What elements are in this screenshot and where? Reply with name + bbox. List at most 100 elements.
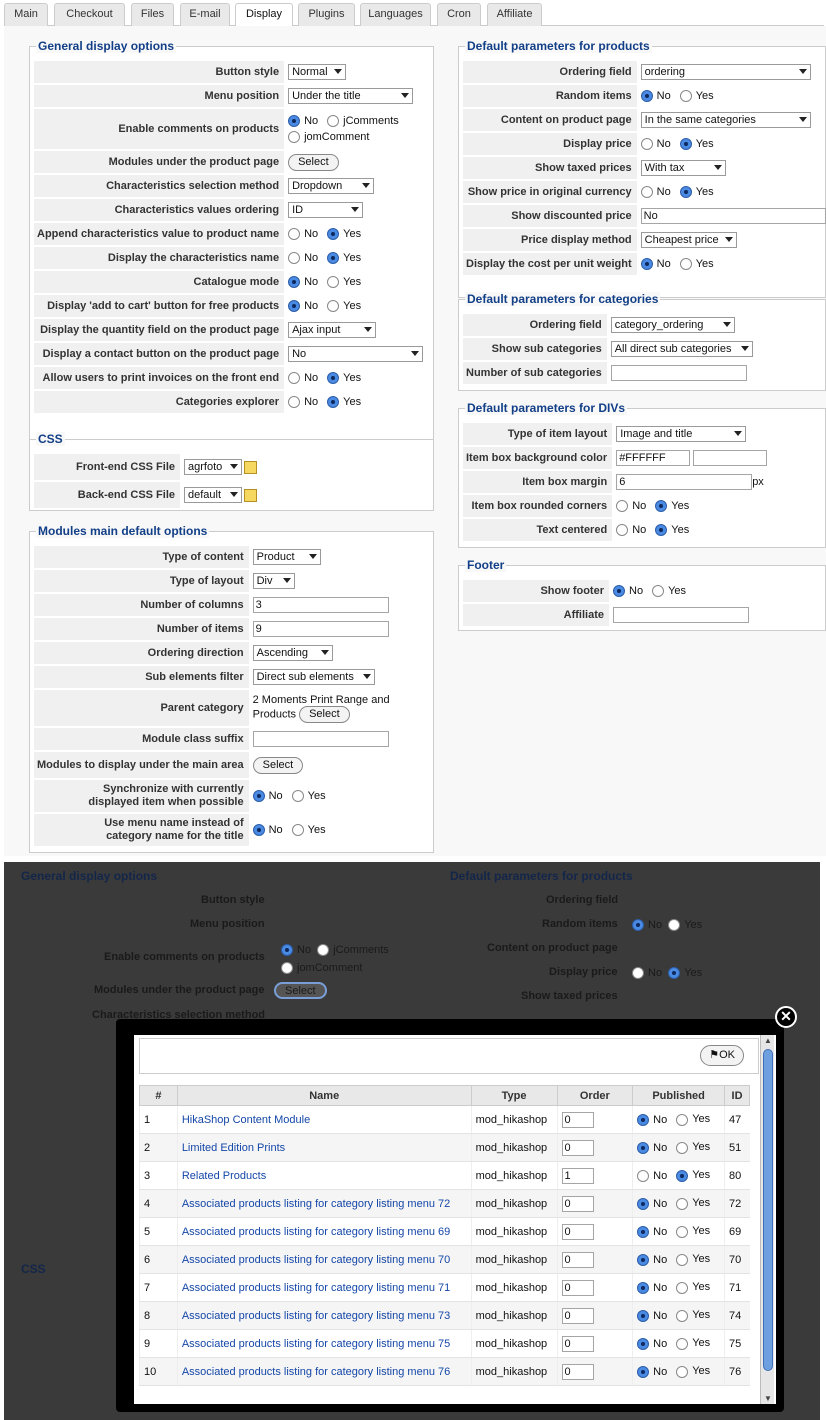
char-selection-select[interactable]: Dropdown [288,178,375,194]
show-sub-select[interactable]: All direct sub categories [610,341,753,357]
category-ordering-select[interactable]: category_ordering [610,317,735,333]
modules-main-select-button[interactable]: Select [252,756,304,774]
menu-position-select[interactable]: Under the title [288,88,414,104]
published-no-radio[interactable] [637,1141,650,1154]
published-yes-radio[interactable] [676,1365,689,1378]
sub-elements-select[interactable]: Direct sub elements [252,669,375,685]
backend-css-select[interactable]: default [184,487,242,503]
published-yes-radio[interactable] [676,1309,689,1322]
unit-weight-no-radio[interactable] [640,258,653,271]
published-yes-radio[interactable] [676,1253,689,1266]
published-yes-radio[interactable] [676,1337,689,1350]
random-no-radio[interactable] [640,90,653,103]
module-name-link[interactable]: Associated products listing for category… [182,1198,450,1210]
modal-scrollbar[interactable]: ▲ ▼ [760,1035,774,1404]
type-layout-select[interactable]: Div [252,573,295,589]
rounded-yes-radio[interactable] [655,500,668,513]
modules-under-product-select-button[interactable]: Select [288,153,339,171]
append-char-yes-radio[interactable] [327,228,340,241]
unit-weight-yes-radio[interactable] [679,258,692,271]
order-input[interactable]: 0 [561,1279,594,1296]
free-cart-no-radio[interactable] [288,300,301,313]
tab-affiliate[interactable]: Affiliate [487,3,542,26]
module-name-link[interactable]: Associated products listing for category… [182,1310,450,1322]
quantity-field-select[interactable]: Ajax input [288,322,377,338]
catalogue-yes-radio[interactable] [327,276,340,289]
published-no-radio[interactable] [637,1365,650,1378]
centered-no-radio[interactable] [616,524,629,537]
bg-color-input[interactable]: #FFFFFF [616,450,691,466]
order-input[interactable]: 0 [561,1111,594,1128]
module-name-link[interactable]: Associated products listing for category… [182,1254,450,1266]
free-cart-yes-radio[interactable] [327,300,340,313]
close-icon[interactable]: ✕ [775,1006,797,1028]
menu-name-no-radio[interactable] [252,824,265,837]
affiliate-input[interactable] [613,607,749,623]
published-yes-radio[interactable] [676,1225,689,1238]
currency-no-radio[interactable] [640,186,653,199]
sync-no-radio[interactable] [252,790,265,803]
frontend-css-select[interactable]: agrfoto [184,459,242,475]
published-no-radio[interactable] [637,1309,650,1322]
order-input[interactable]: 0 [561,1195,594,1212]
published-no-radio[interactable] [637,1197,650,1210]
random-yes-radio[interactable] [679,90,692,103]
menu-name-yes-radio[interactable] [291,824,304,837]
order-input[interactable]: 0 [561,1307,594,1324]
order-input[interactable]: 0 [561,1335,594,1352]
tab-plugins[interactable]: Plugins [298,3,355,26]
footer-no-radio[interactable] [613,585,625,598]
published-no-radio[interactable] [637,1169,650,1182]
num-sub-input[interactable] [610,365,747,381]
module-name-link[interactable]: Related Products [182,1170,266,1182]
module-name-link[interactable]: Associated products listing for category… [182,1226,450,1238]
comments-jcomments-radio[interactable] [327,115,340,127]
footer-yes-radio[interactable] [652,585,665,598]
tab-main[interactable]: Main [4,3,48,26]
type-content-select[interactable]: Product [252,549,321,565]
sync-yes-radio[interactable] [291,790,304,803]
published-no-radio[interactable] [637,1225,650,1238]
published-no-radio[interactable] [637,1337,650,1350]
published-yes-radio[interactable] [676,1197,689,1210]
published-yes-radio[interactable] [676,1169,689,1182]
rounded-no-radio[interactable] [616,500,629,513]
published-yes-radio[interactable] [676,1281,689,1294]
ok-button[interactable]: ⚑OK [700,1045,744,1066]
price-yes-radio[interactable] [679,138,692,151]
published-no-radio[interactable] [637,1253,650,1266]
price-no-radio[interactable] [640,138,653,151]
show-taxed-select[interactable]: With tax [640,160,726,176]
order-input[interactable]: 0 [561,1363,594,1380]
order-input[interactable]: 0 [561,1139,594,1156]
tab-checkout[interactable]: Checkout [54,3,125,26]
catalogue-no-radio[interactable] [288,276,301,289]
order-input[interactable]: 1 [561,1167,594,1184]
num-items-input[interactable]: 9 [252,621,389,637]
published-no-radio[interactable] [637,1113,650,1126]
published-yes-radio[interactable] [676,1141,689,1154]
invoices-yes-radio[interactable] [327,372,340,385]
explorer-yes-radio[interactable] [327,396,340,409]
class-suffix-input[interactable] [252,731,389,747]
published-no-radio[interactable] [637,1281,650,1294]
char-name-yes-radio[interactable] [327,252,340,265]
scroll-down-icon[interactable]: ▼ [764,1394,772,1403]
order-input[interactable]: 0 [561,1223,594,1240]
currency-yes-radio[interactable] [679,186,692,199]
edit-pencil-icon[interactable] [244,460,257,474]
char-ordering-select[interactable]: ID [288,202,364,218]
module-name-link[interactable]: Associated products listing for category… [182,1282,450,1294]
tab-display[interactable]: Display [235,3,293,27]
box-margin-input[interactable]: 6 [616,474,753,490]
module-name-link[interactable]: Limited Edition Prints [182,1142,285,1154]
module-name-link[interactable]: Associated products listing for category… [182,1338,450,1350]
tab-email[interactable]: E-mail [180,3,230,26]
button-style-select[interactable]: Normal [288,64,347,80]
module-name-link[interactable]: Associated products listing for category… [182,1366,450,1378]
char-name-no-radio[interactable] [288,252,301,265]
comments-jomcomment-radio[interactable] [288,131,301,144]
order-input[interactable]: 0 [561,1251,594,1268]
content-on-page-select[interactable]: In the same categories [640,112,811,128]
invoices-no-radio[interactable] [288,372,301,385]
